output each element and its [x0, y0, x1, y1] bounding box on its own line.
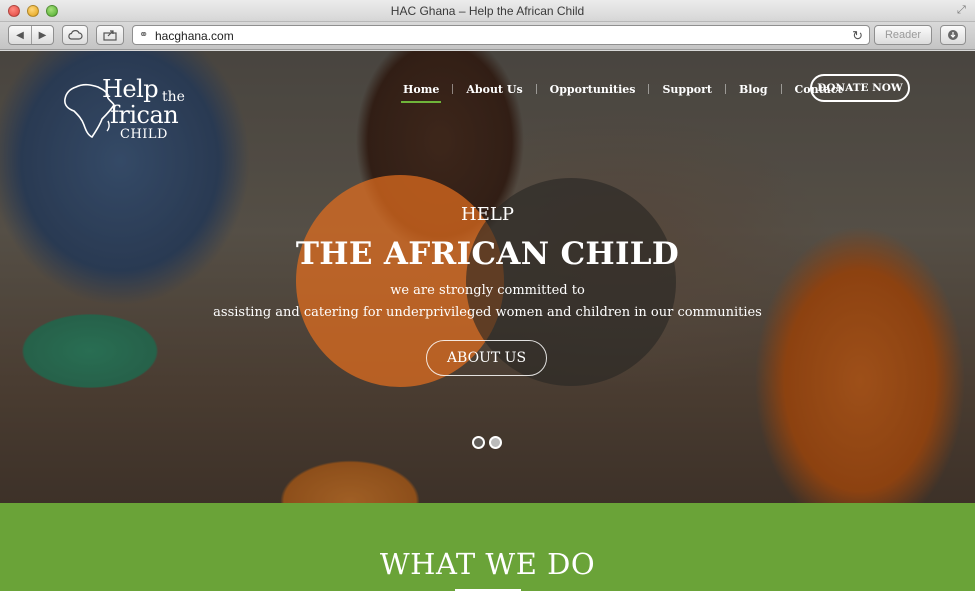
download-icon: [948, 30, 958, 40]
slider-dot-1[interactable]: [472, 436, 485, 449]
about-us-button[interactable]: ABOUT US: [426, 340, 547, 376]
share-button[interactable]: [96, 25, 124, 45]
nav-opportunities[interactable]: Opportunities: [537, 83, 649, 96]
address-bar[interactable]: ⚭ hacghana.com ↻: [132, 25, 870, 45]
hero-title: THE AFRICAN CHILD: [295, 236, 680, 272]
main-nav: Home About Us Opportunities Support Blog…: [390, 81, 856, 103]
reload-icon[interactable]: ↻: [852, 28, 863, 44]
logo-text-child: CHILD: [120, 127, 168, 142]
logo-text-african: frican: [110, 101, 179, 129]
share-icon: [103, 30, 117, 41]
forward-arrow-icon: ▶: [38, 29, 47, 41]
downloads-button[interactable]: [940, 25, 966, 45]
nav-blog[interactable]: Blog: [726, 83, 781, 96]
cloud-icon: [68, 30, 83, 40]
title-bar: HAC Ghana – Help the African Child ⤢: [0, 0, 975, 22]
back-arrow-icon: ◀: [16, 29, 24, 41]
nav-about-us[interactable]: About Us: [453, 83, 535, 96]
back-button[interactable]: ◀: [9, 26, 31, 44]
hero-kicker: HELP: [461, 204, 514, 225]
donate-now-button[interactable]: DONATE NOW: [810, 74, 910, 102]
what-we-do-heading: WHAT WE DO: [379, 547, 596, 581]
browser-toolbar: ◀ ▶ ⚭ hacghana.com ↻ Reader: [0, 22, 975, 50]
site-logo[interactable]: Help the frican CHILD: [62, 75, 202, 145]
what-we-do-section: WHAT WE DO: [0, 503, 975, 591]
hero-subtitle-line1: we are strongly committed to: [390, 283, 585, 298]
reader-button[interactable]: Reader: [874, 25, 932, 45]
hero-subtitle-line2: assisting and catering for underprivileg…: [213, 305, 762, 320]
url-text[interactable]: hacghana.com: [155, 29, 234, 43]
slider-dot-2[interactable]: [489, 436, 502, 449]
icloud-tabs-button[interactable]: [62, 25, 88, 45]
forward-button[interactable]: ▶: [30, 26, 53, 44]
slider-pagination: [472, 436, 502, 449]
site-globe-icon: ⚭: [139, 29, 149, 41]
nav-home[interactable]: Home: [390, 83, 452, 103]
browser-window: HAC Ghana – Help the African Child ⤢ ◀ ▶…: [0, 0, 975, 591]
hero-slider: Help the frican CHILD Home About Us Oppo…: [0, 51, 975, 503]
logo-text-help: Help: [102, 75, 159, 103]
nav-support[interactable]: Support: [649, 83, 725, 96]
window-title: HAC Ghana – Help the African Child: [390, 4, 585, 18]
web-page: Help the frican CHILD Home About Us Oppo…: [0, 51, 975, 591]
back-forward-buttons: ◀ ▶: [8, 25, 54, 45]
fullscreen-icon[interactable]: ⤢: [957, 4, 969, 16]
